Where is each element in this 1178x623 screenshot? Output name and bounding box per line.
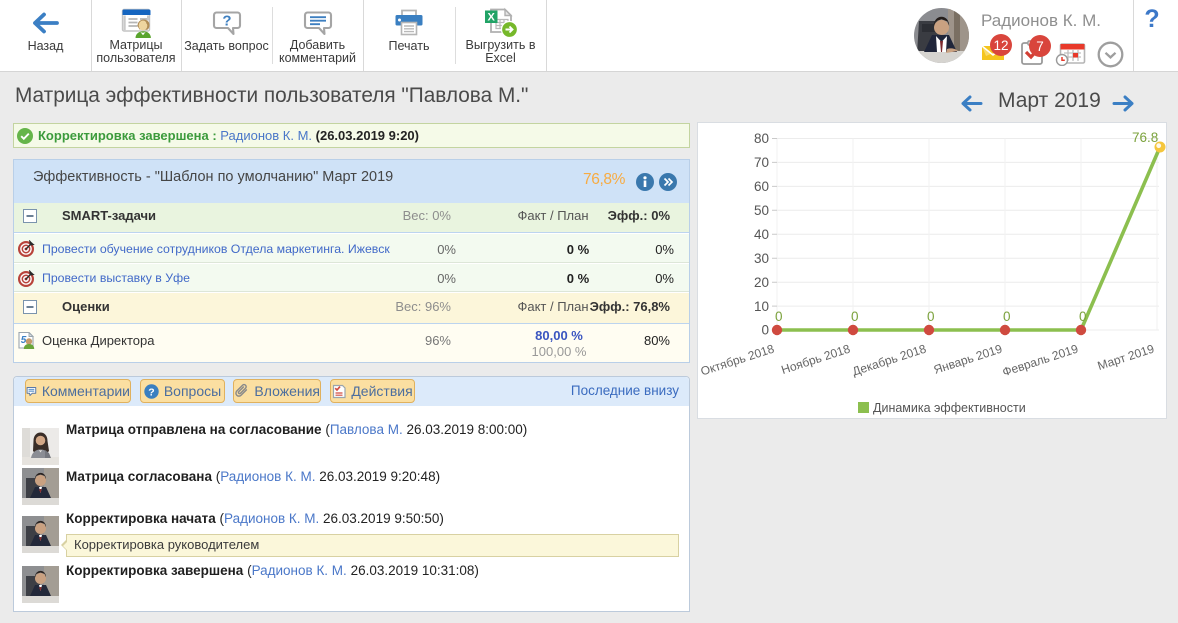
svg-text:70: 70 [754, 155, 769, 170]
svg-text:50: 50 [754, 203, 769, 218]
svg-text:60: 60 [754, 179, 769, 194]
svg-text:40: 40 [754, 227, 769, 242]
svg-text:7: 7 [1036, 39, 1044, 54]
svg-text:Динамика эффективности: Динамика эффективности [873, 401, 1026, 415]
svg-text:X: X [487, 12, 495, 24]
svg-text:?: ? [148, 386, 154, 398]
svg-text:Февраль 2019: Февраль 2019 [1001, 341, 1081, 379]
svg-text:12: 12 [993, 38, 1008, 53]
svg-text:0: 0 [761, 323, 769, 338]
svg-text:0: 0 [927, 309, 935, 324]
svg-text:0: 0 [1079, 309, 1087, 324]
svg-text:80: 80 [754, 131, 769, 146]
svg-text:Март 2019: Март 2019 [1096, 341, 1157, 373]
svg-text:5: 5 [21, 335, 27, 346]
svg-text:Октябрь 2018: Октябрь 2018 [699, 341, 776, 378]
svg-text:?: ? [222, 12, 231, 29]
svg-text:10: 10 [754, 299, 769, 314]
svg-text:0: 0 [1003, 309, 1011, 324]
svg-text:20: 20 [754, 275, 769, 290]
svg-text:0: 0 [775, 309, 783, 324]
svg-text:Декабрь 2018: Декабрь 2018 [851, 341, 929, 378]
svg-text:Ноябрь 2018: Ноябрь 2018 [779, 341, 852, 377]
svg-text:30: 30 [754, 251, 769, 266]
svg-text:Январь 2019: Январь 2019 [932, 341, 1004, 376]
svg-text:76.8: 76.8 [1132, 130, 1158, 145]
svg-text:0: 0 [851, 309, 859, 324]
